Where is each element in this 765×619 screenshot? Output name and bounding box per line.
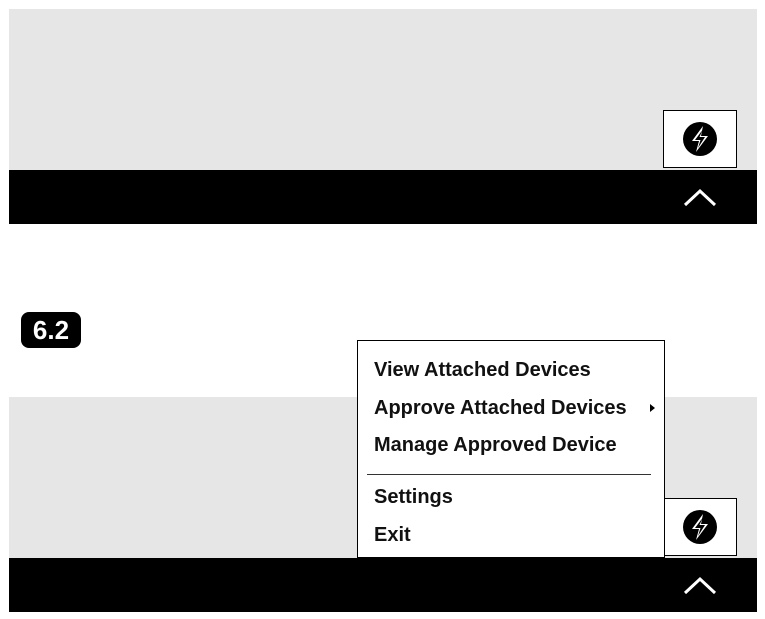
thunderbolt-tray-button-bottom[interactable]: [663, 498, 737, 556]
menu-item-settings[interactable]: Settings: [374, 486, 453, 509]
thunderbolt-icon: [683, 510, 717, 544]
thunderbolt-icon: [683, 122, 717, 156]
chevron-up-icon-bottom[interactable]: [683, 575, 717, 595]
taskbar-top: [9, 170, 757, 224]
menu-item-view-attached-devices[interactable]: View Attached Devices: [374, 359, 591, 382]
menu-item-approve-attached-devices[interactable]: Approve Attached Devices: [374, 397, 627, 420]
context-menu: View Attached Devices Approve Attached D…: [357, 340, 665, 558]
chevron-up-icon-top[interactable]: [683, 187, 717, 207]
submenu-arrow-icon: [650, 404, 655, 412]
taskbar-bottom: [9, 558, 757, 612]
step-badge: 6.2: [21, 312, 81, 348]
menu-item-exit[interactable]: Exit: [374, 524, 411, 547]
menu-divider: [367, 474, 651, 475]
desktop-area-top: [9, 9, 757, 170]
thunderbolt-tray-button-top[interactable]: [663, 110, 737, 168]
menu-item-manage-approved-device[interactable]: Manage Approved Device: [374, 434, 617, 457]
